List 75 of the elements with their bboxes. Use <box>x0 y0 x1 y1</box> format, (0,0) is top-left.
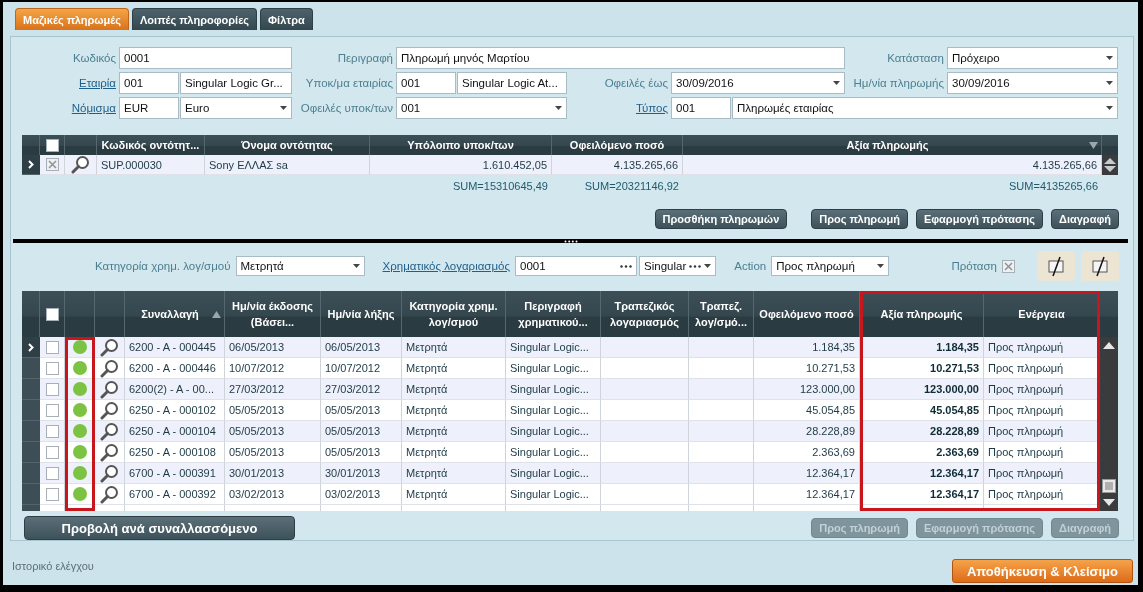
dropdown[interactable]: 30/09/2016 <box>671 72 845 94</box>
dropdown-value: Euro <box>185 102 211 114</box>
column-header[interactable]: Αξία πληρωμής <box>863 306 980 322</box>
field-link[interactable]: Νόμισμα <box>71 102 116 114</box>
field-link[interactable]: Εταιρία <box>79 77 116 89</box>
dropdown[interactable]: Euro <box>180 97 292 119</box>
code-field[interactable]: 001 <box>396 72 456 94</box>
column-header[interactable]: Κατηγορία χρημ. λογ/σμού <box>405 298 502 330</box>
column-header[interactable]: Περιγραφή χρηματικού... <box>509 298 597 330</box>
column-total: SUM=20321146,92 <box>583 180 680 192</box>
dropdown-value: Μετρητά <box>240 260 285 272</box>
column-header[interactable]: Ημ/νία έκδοσης (Βάσει... <box>228 298 317 330</box>
dropdown[interactable]: 001 <box>396 97 567 119</box>
column-total: SUM=4135265,66 <box>1008 180 1099 192</box>
field-label: Κωδικός <box>73 52 116 64</box>
tab[interactable]: Λοιπές πληροφορίες <box>132 8 258 30</box>
dropdown-value: 30/09/2016 <box>952 77 1011 89</box>
action-button[interactable]: Προβολή ανά συναλλασσόμενο <box>24 516 295 540</box>
column-header[interactable]: Υπόλοιπο υποκ/των <box>373 137 548 153</box>
code-field[interactable]: 001 <box>119 72 179 94</box>
action-button[interactable]: Προσθήκη πληρωμών <box>654 209 788 229</box>
field-link[interactable]: Χρηματικός λογαριασμός <box>382 260 511 272</box>
code-field[interactable]: EUR <box>119 97 179 119</box>
action-button[interactable]: Προς πληρωμή <box>811 209 908 229</box>
action-button[interactable]: Εφαρμογή πρότασης <box>915 209 1043 229</box>
dropdown[interactable]: 30/09/2016 <box>947 72 1118 94</box>
field-link[interactable]: Τύπος <box>635 102 668 114</box>
column-header[interactable]: Οφειλόμενο ποσό <box>555 137 679 153</box>
dropdown-value: Πρόχειρο <box>952 52 1001 64</box>
dropdown[interactable]: Singular <box>639 256 717 276</box>
dropdown[interactable]: Πρόχειρο <box>947 47 1118 69</box>
table-cell: 1.610.452,05 <box>370 155 552 175</box>
dropdown-value: 001 <box>401 102 422 114</box>
dropdown-value: Singular Logic At... <box>462 77 558 89</box>
column-total: SUM=15310645,49 <box>451 180 549 192</box>
field-label: Περιγραφή <box>337 52 393 64</box>
field-label: Action <box>734 260 767 272</box>
field-label: Οφειλές έως <box>604 77 668 89</box>
column-header[interactable]: Τραπεζ. λογ/σμό... <box>692 298 750 330</box>
text-field[interactable]: Πληρωμή μηνός Μαρτίου <box>396 47 845 69</box>
table-cell: SUP.000030 <box>97 155 205 175</box>
column-header[interactable]: Συναλλαγή <box>128 306 212 322</box>
column-header[interactable]: Ημ/νία λήξης <box>324 306 398 322</box>
dropdown-value: Πληρωμές εταιρίας <box>737 102 835 114</box>
table-cell: Sony ΕΛΛΑΣ sa <box>205 155 370 175</box>
column-header[interactable]: Αξία πληρωμής <box>686 137 1089 153</box>
dropdown-value: 30/09/2016 <box>676 77 735 89</box>
audit-history-link[interactable]: Ιστορικό ελέγχου <box>12 560 94 572</box>
field-label: Πρόταση <box>951 260 997 272</box>
field-label: Οφειλές υποκ/των <box>300 102 393 114</box>
dropdown[interactable]: Μετρητά <box>235 256 365 276</box>
table-cell: 4.135.265,66 <box>683 155 1102 175</box>
action-button[interactable]: Διαγραφή <box>1051 209 1119 229</box>
field-label: Υποκ/μα εταιρίας <box>305 77 393 89</box>
table-cell: 4.135.265,66 <box>552 155 683 175</box>
code-field[interactable]: 001 <box>671 97 731 119</box>
lookup-field[interactable]: 0001 <box>515 256 638 276</box>
column-header[interactable]: Ενέργεια <box>987 306 1096 322</box>
field-label: Κατηγορία χρημ. λογ/σμού <box>95 260 231 272</box>
column-header[interactable]: Κωδικός οντότητ... <box>100 137 201 153</box>
field-label: Κατάσταση <box>887 52 944 64</box>
field-label: Ημ/νία πληρωμής <box>853 77 944 89</box>
dropdown[interactable]: Singular Logic Gr... <box>180 72 292 94</box>
field-value: 0001 <box>520 260 547 272</box>
dropdown-value: Singular Logic Gr... <box>185 77 283 89</box>
dropdown[interactable]: Πληρωμές εταιρίας <box>732 97 1118 119</box>
tab[interactable]: Φίλτρα <box>260 8 313 30</box>
dropdown-value: Singular <box>644 260 687 272</box>
column-header[interactable]: Οφειλόμενο ποσό <box>757 306 856 322</box>
column-header[interactable]: Τραπεζικός λογαριασμός <box>604 298 685 330</box>
column-header[interactable]: Όνομα οντότητας <box>208 137 366 153</box>
dropdown[interactable]: Προς πληρωμή <box>771 256 890 276</box>
dropdown-value: Προς πληρωμή <box>776 260 856 272</box>
text-field[interactable]: 0001 <box>119 47 292 69</box>
dropdown[interactable]: Singular Logic At... <box>457 72 567 94</box>
